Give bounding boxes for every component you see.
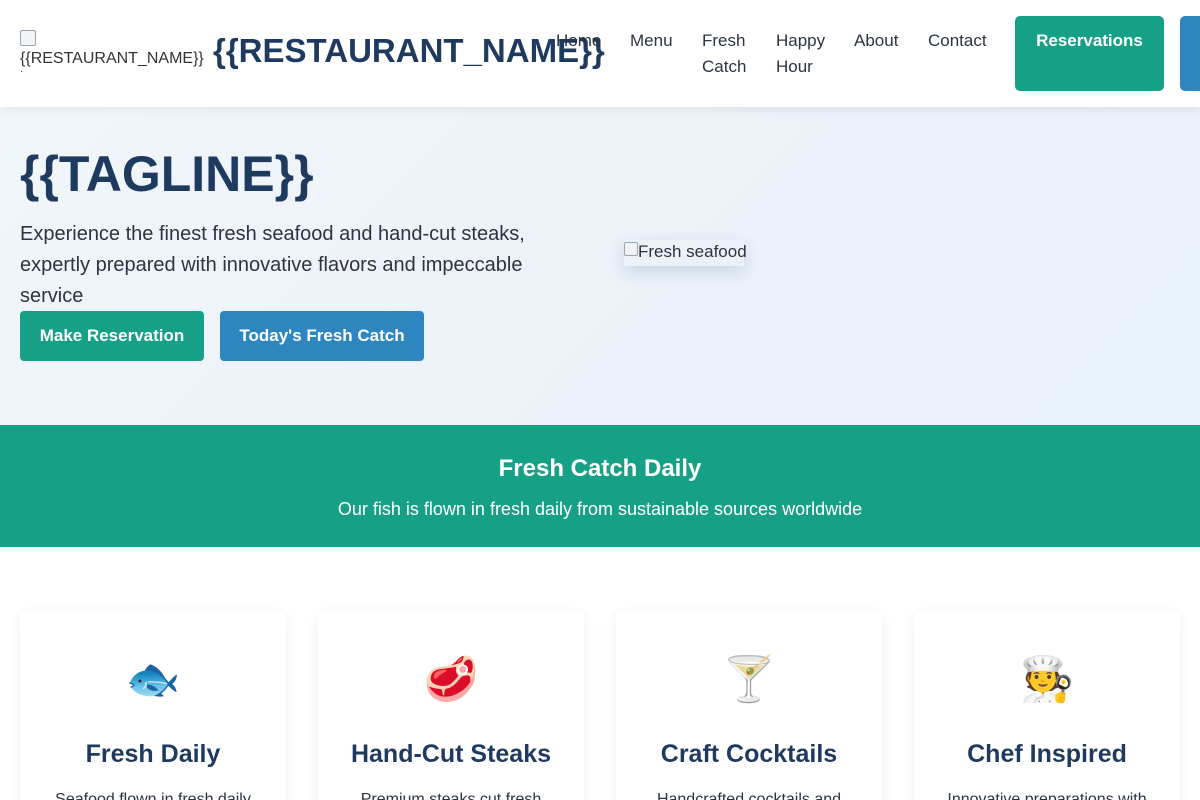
nav-menu-link[interactable]: Menu <box>630 28 673 54</box>
nav-fresh-catch-link[interactable]: Fresh Catch <box>702 28 746 80</box>
feature-description: Handcrafted cocktails and <box>656 791 842 800</box>
hero-image: Fresh seafood <box>624 240 747 266</box>
header-secondary-button[interactable] <box>1180 16 1200 91</box>
fresh-catch-banner: Fresh Catch Daily Our fish is flown in f… <box>0 425 1200 547</box>
feature-card-chef-inspired: 🧑‍🍳 Chef Inspired Innovative preparation… <box>914 611 1180 800</box>
fresh-catch-button[interactable]: Today's Fresh Catch <box>220 311 424 361</box>
nav-happy-hour-label-line1: Happy <box>776 31 826 50</box>
nav-fresh-catch-label-line1: Fresh <box>702 31 746 50</box>
nav-happy-hour-label-line2: Hour <box>776 57 813 76</box>
feature-description: Innovative preparations with <box>947 791 1147 800</box>
hero-description-line1: Experience the finest fresh seafood and … <box>20 223 525 245</box>
feature-title: Chef Inspired <box>967 740 1127 768</box>
feature-description: Premium steaks cut fresh <box>360 791 542 800</box>
banner-title: Fresh Catch Daily <box>498 455 702 482</box>
reservations-button[interactable]: Reservations <box>1015 16 1164 91</box>
hero-description-line2: expertly prepared with innovative flavor… <box>20 254 523 307</box>
feature-card-fresh-daily: 🐟 Fresh Daily Seafood flown in fresh dai… <box>20 611 286 800</box>
hero-tagline: {{TAGLINE}} <box>20 146 314 202</box>
nav-about-link[interactable]: About <box>854 28 898 54</box>
nav-about-label: About <box>854 31 899 50</box>
nav-fresh-catch-label-line2: Catch <box>702 57 747 76</box>
feature-card-craft-cocktails: 🍸 Craft Cocktails Handcrafted cocktails … <box>616 611 882 800</box>
hero-description: Experience the finest fresh seafood and … <box>20 219 590 312</box>
nav-happy-hour-link[interactable]: Happy Hour <box>776 28 825 80</box>
feature-title: Hand-Cut Steaks <box>350 740 552 768</box>
nav-contact-link[interactable]: Contact <box>928 28 987 54</box>
banner-text: Our fish is flown in fresh daily from su… <box>337 499 863 519</box>
feature-description: Seafood flown in fresh daily <box>55 791 251 800</box>
nav-contact-label: Contact <box>928 31 987 50</box>
broken-image-icon <box>20 30 36 46</box>
fish-icon: 🐟 <box>125 655 181 704</box>
cocktail-icon: 🍸 <box>721 655 777 704</box>
nav-home-link[interactable]: Home <box>556 28 601 54</box>
nav-menu-label: Menu <box>630 31 673 50</box>
logo-image[interactable]: {{RESTAURANT_NAME}} · <box>20 30 210 80</box>
steak-icon: 🥩 <box>423 655 479 704</box>
make-reservation-button[interactable]: Make Reservation <box>20 311 204 361</box>
feature-title: Fresh Daily <box>85 740 221 768</box>
logo-alt-text: {{RESTAURANT_NAME}} <box>20 50 204 67</box>
logo-dot: · <box>20 66 24 77</box>
nav-home-label: Home <box>556 31 602 50</box>
restaurant-name[interactable]: {{RESTAURANT_NAME}} <box>213 32 605 70</box>
chef-icon: 🧑‍🍳 <box>1019 655 1075 704</box>
site-header: {{RESTAURANT_NAME}} · {{RESTAURANT_NAME}… <box>0 0 1200 107</box>
feature-title: Craft Cocktails <box>660 740 838 768</box>
hero-image-alt: Fresh seafood <box>638 242 747 261</box>
broken-image-icon <box>624 242 638 256</box>
feature-card-hand-cut-steaks: 🥩 Hand-Cut Steaks Premium steaks cut fre… <box>318 611 584 800</box>
hero-section: {{TAGLINE}} Experience the finest fresh … <box>0 107 1200 425</box>
